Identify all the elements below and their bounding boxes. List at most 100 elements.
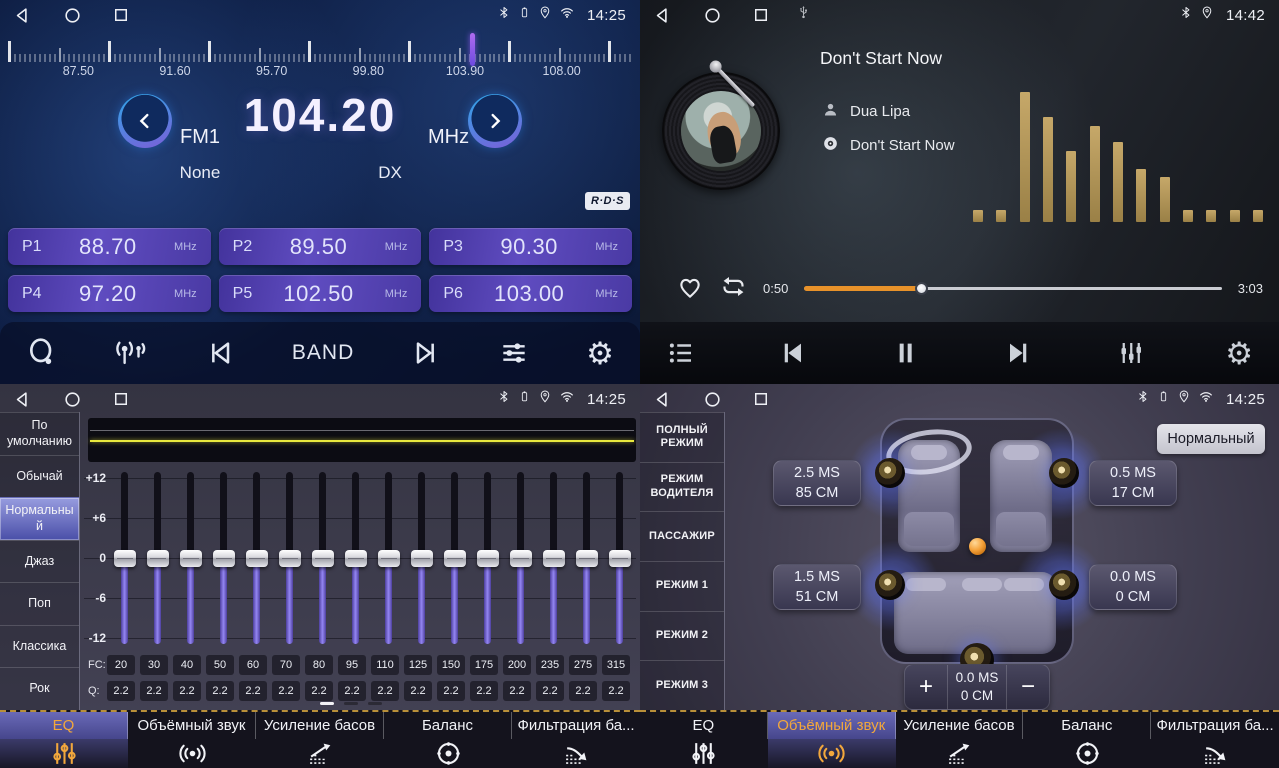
eq-band-slider-15[interactable] xyxy=(570,470,603,650)
tab-bass-boost[interactable]: Усиление басов xyxy=(896,712,1024,768)
tab-bass-boost[interactable]: Усиление басов xyxy=(256,712,384,768)
rear-left-delay-button[interactable]: 1.5 MS 51 CM xyxy=(773,564,861,610)
eq-band-slider-13[interactable] xyxy=(504,470,537,650)
slider-handle[interactable] xyxy=(312,550,334,567)
slider-handle[interactable] xyxy=(576,550,598,567)
eq-band-slider-7[interactable] xyxy=(306,470,339,650)
mode-1[interactable]: ПОЛНЫЙ РЕЖИМ xyxy=(640,412,724,462)
pause-button[interactable] xyxy=(889,337,921,369)
tune-up-button[interactable] xyxy=(468,94,522,148)
repeat-button[interactable] xyxy=(720,273,747,303)
preset-button-p1[interactable]: P188.70MHz xyxy=(8,228,211,265)
increase-delay-button[interactable]: + xyxy=(905,665,947,709)
slider-handle[interactable] xyxy=(510,550,532,567)
nav-home-icon[interactable] xyxy=(63,390,82,409)
nav-home-icon[interactable] xyxy=(63,6,82,25)
scan-button[interactable] xyxy=(26,337,58,369)
settings-button[interactable]: ⚙ xyxy=(586,338,614,369)
equalizer-button[interactable] xyxy=(1115,338,1145,368)
eq-preset-6[interactable]: Классика xyxy=(0,625,79,668)
eq-band-slider-9[interactable] xyxy=(372,470,405,650)
mode-3[interactable]: ПАССАЖИР xyxy=(640,511,724,561)
eq-band-slider-12[interactable] xyxy=(471,470,504,650)
preset-button-p4[interactable]: P497.20MHz xyxy=(8,275,211,312)
slider-handle[interactable] xyxy=(477,550,499,567)
slider-handle[interactable] xyxy=(279,550,301,567)
eq-band-slider-1[interactable] xyxy=(108,470,141,650)
next-track-button[interactable] xyxy=(1002,337,1034,369)
eq-preset-5[interactable]: Поп xyxy=(0,582,79,625)
nav-home-icon[interactable] xyxy=(703,390,722,409)
eq-band-slider-3[interactable] xyxy=(174,470,207,650)
previous-track-button[interactable] xyxy=(777,337,809,369)
nav-recents-icon[interactable] xyxy=(752,390,770,408)
preset-button-p5[interactable]: P5102.50MHz xyxy=(219,275,422,312)
playlist-button[interactable] xyxy=(666,338,696,368)
mode-2[interactable]: РЕЖИМ ВОДИТЕЛЯ xyxy=(640,462,724,512)
front-right-speaker[interactable] xyxy=(1049,458,1079,488)
eq-band-slider-6[interactable] xyxy=(273,470,306,650)
sound-preset-button[interactable]: Нормальный xyxy=(1157,424,1265,454)
slider-handle[interactable] xyxy=(543,550,565,567)
listening-position-marker[interactable] xyxy=(969,538,986,555)
nav-recents-icon[interactable] xyxy=(752,6,770,24)
seek-next-button[interactable] xyxy=(410,337,442,369)
frequency-ruler[interactable] xyxy=(8,36,632,62)
band-button[interactable]: BAND xyxy=(292,341,354,365)
eq-preset-7[interactable]: Рок xyxy=(0,667,79,710)
eq-band-slider-11[interactable] xyxy=(438,470,471,650)
tab-surround-sound[interactable]: Объёмный звук xyxy=(128,712,256,768)
eq-preset-2[interactable]: Обычай xyxy=(0,455,79,498)
front-right-delay-button[interactable]: 0.5 MS 17 CM xyxy=(1089,460,1177,506)
slider-handle[interactable] xyxy=(378,550,400,567)
preset-button-p3[interactable]: P390.30MHz xyxy=(429,228,632,265)
tab-filter[interactable]: Фильтрация ба... xyxy=(512,712,640,768)
eq-preset-4[interactable]: Джаз xyxy=(0,540,79,583)
tab-eq[interactable]: EQ xyxy=(0,712,128,768)
album-art[interactable] xyxy=(662,72,780,190)
equalizer-button[interactable] xyxy=(498,337,530,369)
tab-balance[interactable]: Баланс xyxy=(384,712,512,768)
nav-recents-icon[interactable] xyxy=(112,390,130,408)
slider-handle[interactable] xyxy=(114,550,136,567)
eq-preset-3[interactable]: Нормальный xyxy=(0,497,79,540)
slider-handle[interactable] xyxy=(213,550,235,567)
front-left-speaker[interactable] xyxy=(875,458,905,488)
eq-band-slider-2[interactable] xyxy=(141,470,174,650)
tab-eq[interactable]: EQ xyxy=(640,712,768,768)
nav-back-icon[interactable] xyxy=(654,390,673,409)
slider-handle[interactable] xyxy=(411,550,433,567)
settings-button[interactable]: ⚙ xyxy=(1225,338,1253,369)
tune-down-button[interactable] xyxy=(118,94,172,148)
preset-button-p2[interactable]: P289.50MHz xyxy=(219,228,422,265)
mode-6[interactable]: РЕЖИМ 3 xyxy=(640,660,724,710)
rear-right-delay-button[interactable]: 0.0 MS 0 CM xyxy=(1089,564,1177,610)
nav-home-icon[interactable] xyxy=(703,6,722,25)
nav-back-icon[interactable] xyxy=(654,6,673,25)
tab-balance[interactable]: Баланс xyxy=(1023,712,1151,768)
eq-preset-1[interactable]: По умолчанию xyxy=(0,412,79,455)
preset-button-p6[interactable]: P6103.00MHz xyxy=(429,275,632,312)
front-left-delay-button[interactable]: 2.5 MS 85 CM xyxy=(773,460,861,506)
eq-band-slider-5[interactable] xyxy=(240,470,273,650)
eq-band-slider-16[interactable] xyxy=(603,470,636,650)
eq-band-slider-8[interactable] xyxy=(339,470,372,650)
decrease-delay-button[interactable]: − xyxy=(1007,665,1049,709)
mode-5[interactable]: РЕЖИМ 2 xyxy=(640,611,724,661)
slider-handle[interactable] xyxy=(180,550,202,567)
eq-band-slider-14[interactable] xyxy=(537,470,570,650)
seek-bar[interactable] xyxy=(804,281,1221,295)
rear-right-speaker[interactable] xyxy=(1049,570,1079,600)
nav-back-icon[interactable] xyxy=(14,6,33,25)
slider-handle[interactable] xyxy=(246,550,268,567)
rear-left-speaker[interactable] xyxy=(875,570,905,600)
slider-handle[interactable] xyxy=(345,550,367,567)
slider-handle[interactable] xyxy=(609,550,631,567)
slider-handle[interactable] xyxy=(444,550,466,567)
eq-band-slider-10[interactable] xyxy=(405,470,438,650)
mode-4[interactable]: РЕЖИМ 1 xyxy=(640,561,724,611)
nav-recents-icon[interactable] xyxy=(112,6,130,24)
seek-thumb[interactable] xyxy=(915,282,928,295)
eq-band-slider-4[interactable] xyxy=(207,470,240,650)
broadcast-button[interactable] xyxy=(114,336,148,370)
